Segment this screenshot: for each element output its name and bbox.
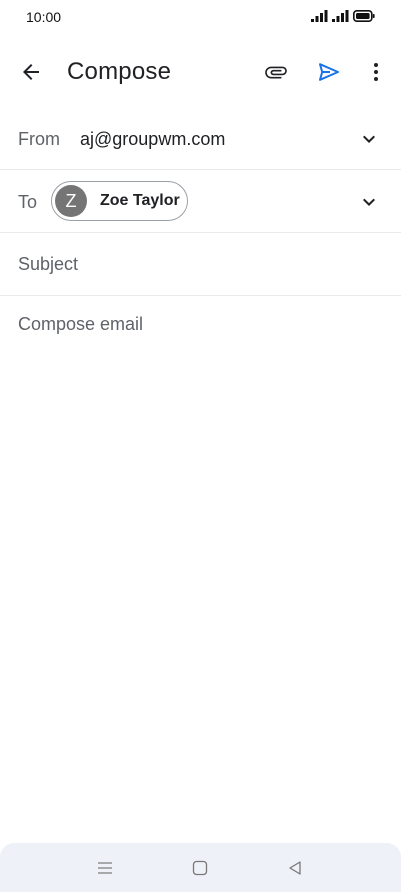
compose-body-input[interactable]: Compose email xyxy=(18,314,143,335)
status-time: 10:00 xyxy=(26,9,62,25)
battery-icon xyxy=(353,10,375,22)
nav-home-button[interactable] xyxy=(188,856,212,880)
system-nav-bar xyxy=(0,843,401,892)
subject-placeholder: Subject xyxy=(18,254,79,274)
status-bar: 10:00 xyxy=(0,0,401,36)
nav-menu-button[interactable] xyxy=(93,856,117,880)
signal-icon xyxy=(332,10,349,22)
arrow-left-icon xyxy=(23,64,39,80)
chevron-down-icon xyxy=(363,198,375,206)
paperclip-icon xyxy=(265,66,287,79)
page-title: Compose xyxy=(67,58,172,85)
more-options-button[interactable] xyxy=(356,52,396,92)
attach-button[interactable] xyxy=(256,52,296,92)
from-label: From xyxy=(18,129,60,149)
from-expand-button[interactable] xyxy=(357,127,381,151)
signal-icon xyxy=(311,10,328,22)
from-value[interactable]: aj@groupwm.com xyxy=(80,129,225,150)
from-row: From aj@groupwm.com xyxy=(0,108,401,170)
back-triangle-icon xyxy=(289,861,301,875)
chevron-down-icon xyxy=(363,135,375,143)
recipient-name: Zoe Taylor xyxy=(100,192,180,209)
send-button[interactable] xyxy=(309,52,349,92)
to-label: To xyxy=(18,192,38,212)
more-vert-icon xyxy=(374,63,378,81)
to-expand-button[interactable] xyxy=(357,190,381,214)
send-icon xyxy=(319,63,339,81)
recipient-chip[interactable]: Z Zoe Taylor xyxy=(51,181,188,221)
subject-field[interactable]: Subject xyxy=(0,233,401,296)
status-icons xyxy=(311,10,375,22)
app-bar: Compose xyxy=(0,44,401,100)
menu-icon xyxy=(98,862,112,874)
back-button[interactable] xyxy=(11,52,51,92)
nav-back-button[interactable] xyxy=(283,856,307,880)
home-icon xyxy=(192,860,208,876)
avatar: Z xyxy=(55,185,87,217)
to-row: To Z Zoe Taylor xyxy=(0,170,401,233)
